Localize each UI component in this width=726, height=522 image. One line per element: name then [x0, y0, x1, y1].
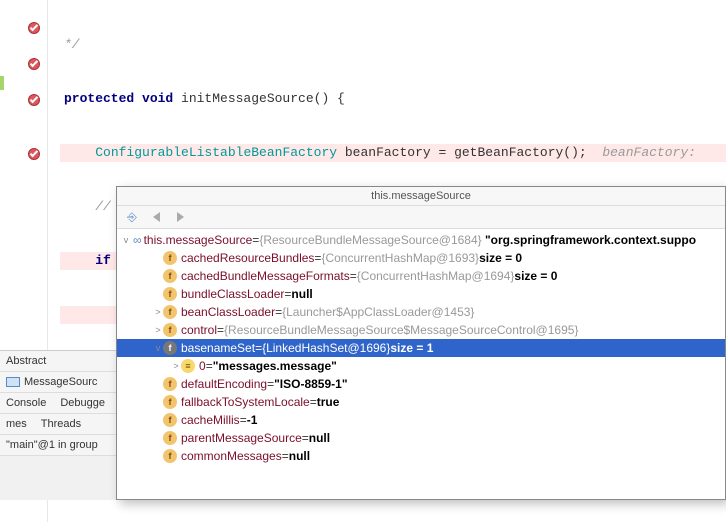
code-line: */	[60, 36, 726, 54]
tree-node[interactable]: fcommonMessages = null	[117, 447, 725, 465]
popup-title: this.messageSource	[117, 187, 725, 206]
code-line: protected void initMessageSource() {	[60, 90, 726, 108]
field-badge-icon: f	[163, 305, 177, 319]
field-badge-icon: f	[163, 431, 177, 445]
tree-root[interactable]: v ∞ this.messageSource = {ResourceBundle…	[117, 231, 725, 249]
field-badge-icon: f	[163, 251, 177, 265]
expand-icon[interactable]: >	[153, 307, 163, 317]
link-icon[interactable]: ⎆	[125, 210, 139, 224]
infinity-icon: ∞	[133, 233, 142, 247]
tree-node[interactable]: >≡0 = "messages.message"	[117, 357, 725, 375]
field-badge-icon: f	[163, 269, 177, 283]
field-badge-icon: f	[163, 287, 177, 301]
tree-node[interactable]: fparentMessageSource = null	[117, 429, 725, 447]
tree-node[interactable]: ffallbackToSystemLocale = true	[117, 393, 725, 411]
forward-icon[interactable]	[173, 210, 187, 224]
back-icon[interactable]	[149, 210, 163, 224]
tab-threads[interactable]: Threads	[41, 418, 81, 430]
expand-icon[interactable]: >	[153, 325, 163, 335]
tab-debugger[interactable]: Debugge	[60, 397, 105, 409]
expand-icon[interactable]: v	[121, 235, 131, 245]
field-badge-icon: ≡	[181, 359, 195, 373]
tree-node[interactable]: fbundleClassLoader = null	[117, 285, 725, 303]
tab-console[interactable]: Console	[6, 397, 46, 409]
tree-node[interactable]: >fbeanClassLoader = {Launcher$AppClassLo…	[117, 303, 725, 321]
change-marker	[0, 76, 4, 90]
field-badge-icon: f	[163, 341, 177, 355]
expand-icon[interactable]: v	[153, 343, 163, 353]
tree-node[interactable]: fcachedBundleMessageFormats = {Concurren…	[117, 267, 725, 285]
debug-inspect-popup[interactable]: this.messageSource ⎆ v ∞ this.messageSou…	[116, 186, 726, 500]
field-badge-icon: f	[163, 377, 177, 391]
field-badge-icon: f	[163, 395, 177, 409]
expand-icon[interactable]: >	[171, 361, 181, 371]
tree-node[interactable]: fcachedResourceBundles = {ConcurrentHash…	[117, 249, 725, 267]
tree-node[interactable]: fcacheMillis = -1	[117, 411, 725, 429]
tab-frames[interactable]: mes	[6, 418, 27, 430]
file-icon	[6, 377, 20, 387]
tree-node[interactable]: vfbasenameSet = {LinkedHashSet@1696} siz…	[117, 339, 725, 357]
code-line: ConfigurableListableBeanFactory beanFact…	[60, 144, 726, 162]
field-badge-icon: f	[163, 323, 177, 337]
variable-tree[interactable]: v ∞ this.messageSource = {ResourceBundle…	[117, 229, 725, 467]
tree-node[interactable]: >fcontrol = {ResourceBundleMessageSource…	[117, 321, 725, 339]
field-badge-icon: f	[163, 413, 177, 427]
tree-node[interactable]: fdefaultEncoding = "ISO-8859-1"	[117, 375, 725, 393]
popup-toolbar: ⎆	[117, 206, 725, 229]
field-badge-icon: f	[163, 449, 177, 463]
